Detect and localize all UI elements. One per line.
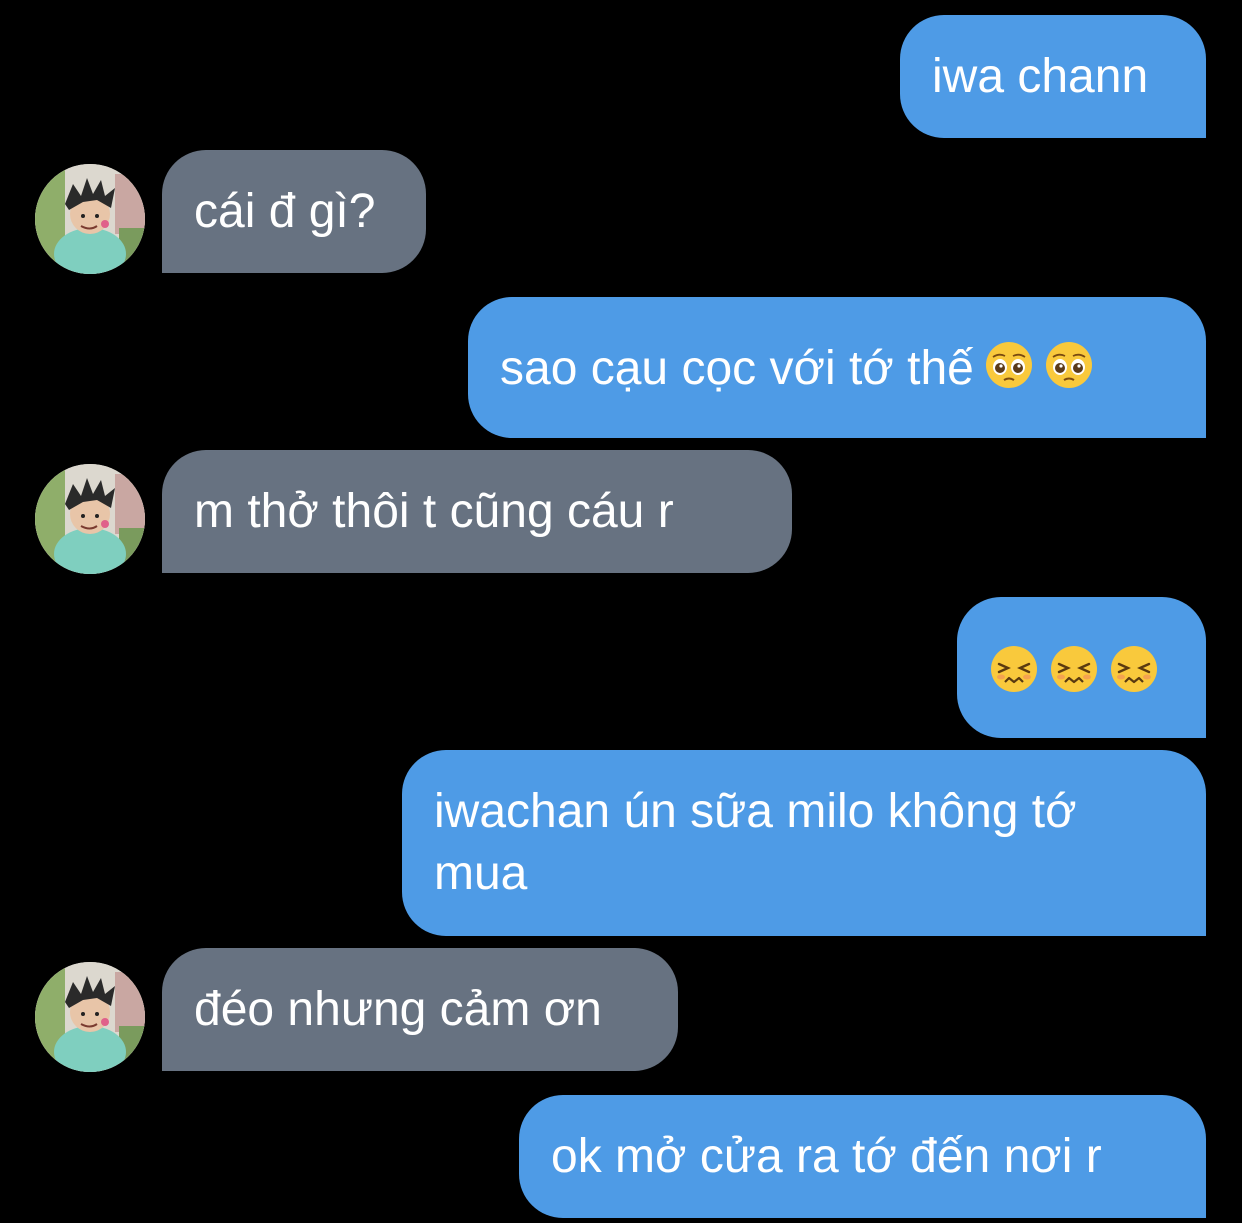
message-bubble-sent[interactable]: sao cạu cọc với tớ thế (468, 297, 1206, 438)
message-text: iwachan ún sữa milo không tớ mua (434, 785, 1077, 900)
message-text: m thở thôi t cũng cáu r (194, 485, 674, 538)
message-bubble-sent[interactable]: iwa chann (900, 15, 1206, 138)
persevering-face-icon (1109, 644, 1159, 694)
message-bubble-sent[interactable]: ok mở cửa ra tớ đến nơi r (519, 1095, 1206, 1218)
message-bubble-received[interactable]: m thở thôi t cũng cáu r (162, 450, 792, 573)
message-text: sao cạu cọc với tớ thế (500, 342, 974, 395)
message-text: đéo nhưng cảm ơn (194, 983, 602, 1036)
pleading-face-icon (984, 341, 1033, 389)
persevering-face-icon (989, 644, 1039, 694)
avatar-icon[interactable] (35, 464, 145, 574)
message-bubble-sent[interactable]: iwachan ún sữa milo không tớ mua (402, 750, 1206, 936)
message-bubble-received[interactable]: cái đ gì? (162, 150, 426, 273)
avatar-icon[interactable] (35, 164, 145, 274)
message-bubble-sent[interactable] (957, 597, 1206, 738)
message-text: ok mở cửa ra tớ đến nơi r (551, 1130, 1102, 1183)
persevering-face-icon (1049, 644, 1099, 694)
message-text: cái đ gì? (194, 185, 376, 238)
message-bubble-received[interactable]: đéo nhưng cảm ơn (162, 948, 678, 1071)
avatar-icon[interactable] (35, 962, 145, 1072)
pleading-face-icon (1044, 341, 1093, 389)
message-text: iwa chann (932, 50, 1149, 103)
